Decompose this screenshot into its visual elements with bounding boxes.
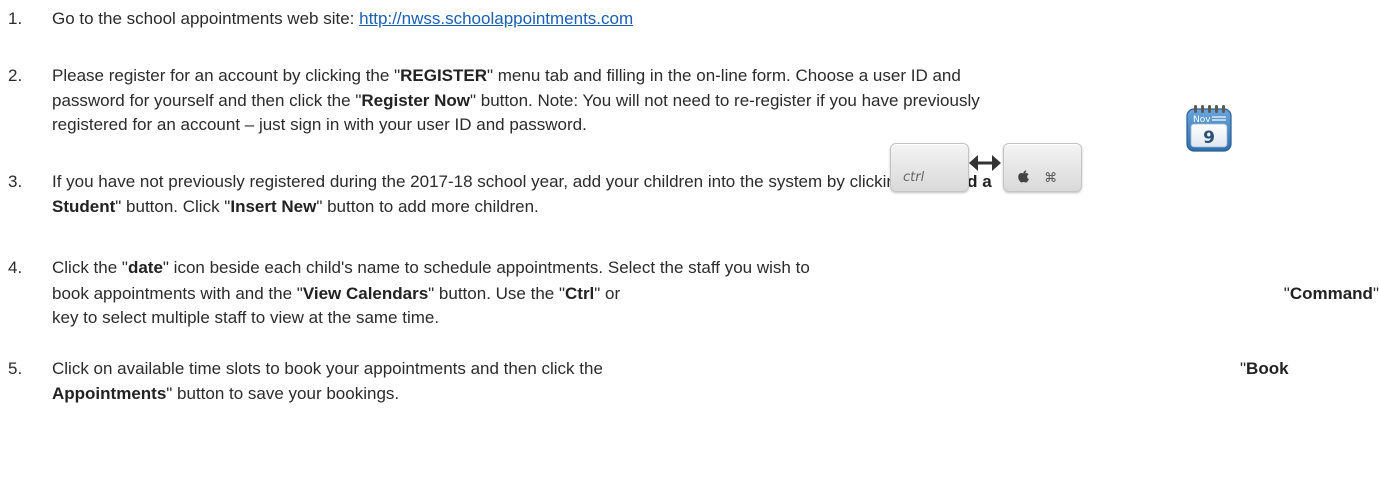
calendar-month-label: Nov xyxy=(1193,115,1211,125)
step-number-1: 1. xyxy=(8,9,23,28)
text-run: Click the " xyxy=(52,258,128,277)
step-number-2: 2. xyxy=(8,66,23,85)
double-arrow-icon xyxy=(969,151,1001,175)
step-4-line-2: book appointments with and the "View Cal… xyxy=(52,282,620,306)
text-run: " button. Use the " xyxy=(428,284,565,303)
website-link[interactable]: http://nwss.schoolappointments.com xyxy=(359,9,633,28)
text-run: " or xyxy=(594,284,621,303)
text-run: " button. Note: You will not need to re-… xyxy=(470,91,980,110)
step-4-line-3: key to select multiple staff to view at … xyxy=(52,306,439,330)
text-run: Go to the school appointments web site: xyxy=(52,9,360,28)
text-run: Please register for an account by clicki… xyxy=(52,66,401,85)
text-run: If you have not previously registered du… xyxy=(52,172,945,191)
ctrl-key-label: ctrl xyxy=(903,170,925,185)
bold-term: Insert New xyxy=(230,197,317,216)
calendar-day-label: 9 xyxy=(1203,128,1215,148)
bold-term: Student xyxy=(52,197,116,216)
step-5-line-1: Click on available time slots to book yo… xyxy=(52,357,603,381)
text-run: " button to save your bookings. xyxy=(166,384,400,403)
command-key-icon: ⌘ xyxy=(1003,143,1082,192)
step-4-line-1: Click the "date" icon beside each child'… xyxy=(52,256,810,280)
text-run: " button. Click " xyxy=(115,197,231,216)
text-run: key to select multiple staff to view at … xyxy=(52,308,440,327)
ctrl-key-icon: ctrl xyxy=(890,143,969,192)
step-1-line-1: Go to the school appointments web site: … xyxy=(52,7,633,31)
step-3-line-1: If you have not previously registered du… xyxy=(52,170,992,194)
bold-term: Book xyxy=(1246,359,1289,378)
bold-term: Appointments xyxy=(52,384,167,403)
text-run: " menu tab and filling in the on-line fo… xyxy=(487,66,961,85)
text-run: " icon beside each child's name to sched… xyxy=(162,258,810,277)
bold-term: Command xyxy=(1289,284,1373,303)
command-key-glyphs: ⌘ xyxy=(1018,170,1057,186)
bold-term: REGISTER xyxy=(400,66,488,85)
step-5-line-2: Appointments" button to save your bookin… xyxy=(52,382,399,406)
step-5-trailing-book: "Book xyxy=(1240,357,1289,381)
step-2-line-3: registered for an account – just sign in… xyxy=(52,113,587,137)
step-3-line-2: Student" button. Click "Insert New" butt… xyxy=(52,195,539,219)
step-4-trailing-command: "Command" xyxy=(1284,282,1379,306)
step-number-5: 5. xyxy=(8,359,23,378)
step-2-line-1: Please register for an account by clicki… xyxy=(52,64,961,88)
calendar-date-icon: Nov 9 xyxy=(1182,103,1236,155)
bold-term: date xyxy=(127,258,163,277)
bold-term: View Calendars xyxy=(302,284,429,303)
bold-term: Ctrl xyxy=(565,284,595,303)
text-run: " xyxy=(1372,284,1379,303)
text-run: " button to add more children. xyxy=(316,197,539,216)
text-run: Click on available time slots to book yo… xyxy=(52,359,603,378)
text-run: book appointments with and the " xyxy=(52,284,303,303)
bold-term: Register Now xyxy=(361,91,470,110)
apple-logo-icon xyxy=(1018,170,1029,183)
command-symbol-icon: ⌘ xyxy=(1044,171,1058,186)
step-number-4: 4. xyxy=(8,258,23,277)
text-run: password for yourself and then click the… xyxy=(52,91,362,110)
text-run: registered for an account – just sign in… xyxy=(52,115,587,134)
step-number-3: 3. xyxy=(8,172,23,191)
step-2-line-2: password for yourself and then click the… xyxy=(52,89,980,113)
